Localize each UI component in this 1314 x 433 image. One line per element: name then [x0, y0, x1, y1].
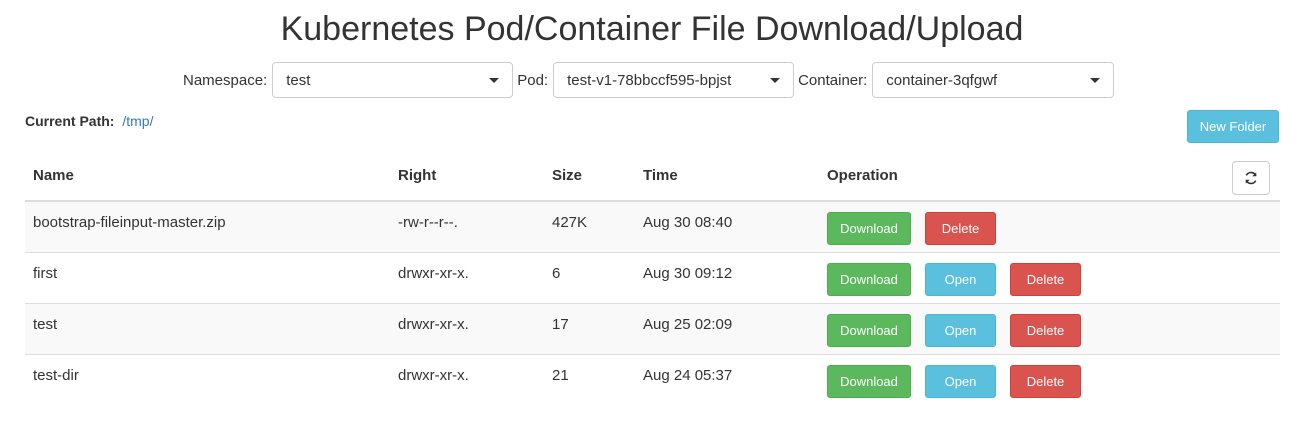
- file-right: drwxr-xr-x.: [390, 353, 544, 405]
- column-header-size: Size: [544, 150, 635, 202]
- file-operations: Download Open Delete: [819, 251, 1280, 303]
- column-header-operation: Operation: [819, 150, 1280, 202]
- delete-button[interactable]: Delete: [1010, 262, 1081, 296]
- file-time: Aug 25 02:09: [635, 302, 819, 354]
- file-size: 17: [544, 302, 635, 354]
- delete-button[interactable]: Delete: [1010, 364, 1081, 398]
- table-row: first drwxr-xr-x. 6 Aug 30 09:12 Downloa…: [25, 251, 1280, 303]
- open-button[interactable]: Open: [925, 364, 996, 398]
- refresh-icon: [1245, 171, 1257, 185]
- download-button[interactable]: Download: [827, 212, 911, 245]
- current-path-link[interactable]: /tmp/: [122, 113, 153, 129]
- file-operations: Download Open Delete: [819, 353, 1280, 405]
- file-right: drwxr-xr-x.: [390, 302, 544, 354]
- file-name: test-dir: [25, 353, 390, 405]
- file-name: first: [25, 251, 390, 303]
- pod-label: Pod:: [517, 71, 549, 89]
- download-button[interactable]: Download: [827, 262, 911, 296]
- column-header-name: Name: [25, 150, 390, 202]
- container-value: container-3qfgwf: [886, 71, 998, 89]
- current-path: Current Path: /tmp/: [25, 113, 153, 129]
- new-folder-button[interactable]: New Folder: [1187, 110, 1279, 143]
- file-name: test: [25, 302, 390, 354]
- current-path-label: Current Path:: [25, 113, 115, 129]
- chevron-down-icon: [770, 78, 781, 83]
- open-button[interactable]: Open: [925, 313, 996, 347]
- namespace-label: Namespace:: [183, 71, 268, 89]
- file-right: drwxr-xr-x.: [390, 251, 544, 303]
- file-time: Aug 30 08:40: [635, 200, 819, 252]
- table-header-row: Name Right Size Time Operation: [25, 150, 1280, 202]
- namespace-value: test: [286, 71, 311, 89]
- table-row: test drwxr-xr-x. 17 Aug 25 02:09 Downloa…: [25, 302, 1280, 354]
- column-header-right: Right: [390, 150, 544, 202]
- file-size: 427K: [544, 200, 635, 252]
- delete-button[interactable]: Delete: [925, 212, 996, 245]
- table-row: test-dir drwxr-xr-x. 21 Aug 24 05:37 Dow…: [25, 353, 1280, 405]
- pod-select[interactable]: test-v1-78bbccf595-bpjst: [553, 62, 795, 98]
- file-operations: Download Delete: [819, 200, 1280, 252]
- file-operations: Download Open Delete: [819, 302, 1280, 354]
- file-size: 6: [544, 251, 635, 303]
- download-button[interactable]: Download: [827, 364, 911, 398]
- file-time: Aug 30 09:12: [635, 251, 819, 303]
- namespace-select[interactable]: test: [272, 62, 514, 98]
- pod-value: test-v1-78bbccf595-bpjst: [567, 71, 732, 89]
- chevron-down-icon: [489, 78, 500, 83]
- page: Kubernetes Pod/Container File Download/U…: [0, 0, 1314, 433]
- container-select[interactable]: container-3qfgwf: [872, 62, 1115, 98]
- container-label: Container:: [798, 71, 868, 89]
- file-name: bootstrap-fileinput-master.zip: [25, 200, 390, 252]
- refresh-button[interactable]: [1232, 161, 1270, 195]
- chevron-down-icon: [1090, 78, 1101, 83]
- file-time: Aug 24 05:37: [635, 353, 819, 405]
- column-header-time: Time: [635, 150, 819, 202]
- file-table: Name Right Size Time Operation bootstrap…: [25, 150, 1280, 405]
- table-row: bootstrap-fileinput-master.zip -rw-r--r-…: [25, 200, 1280, 252]
- file-size: 21: [544, 353, 635, 405]
- filter-bar: Namespace: test Pod: test-v1-78bbccf595-…: [183, 61, 1118, 99]
- delete-button[interactable]: Delete: [1010, 313, 1081, 347]
- file-right: -rw-r--r--.: [390, 200, 544, 252]
- download-button[interactable]: Download: [827, 313, 911, 347]
- open-button[interactable]: Open: [925, 262, 996, 296]
- page-title: Kubernetes Pod/Container File Download/U…: [280, 10, 1024, 48]
